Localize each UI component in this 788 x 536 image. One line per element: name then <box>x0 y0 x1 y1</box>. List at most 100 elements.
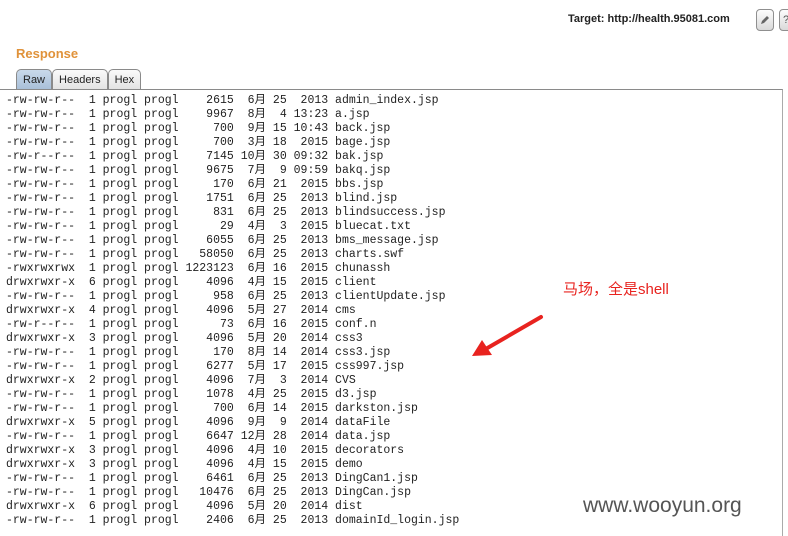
top-bar: Target: http://health.95081.com ? <box>0 0 788 40</box>
listing-perms: -rw-rw-r-- <box>6 346 76 359</box>
listing-month: 4月 <box>233 220 267 233</box>
listing-group: progl <box>137 262 179 275</box>
listing-name: css3 <box>328 332 363 345</box>
listing-row: drwxrwxr-x 6 progl progl 4096 5月 20 2014… <box>6 500 459 514</box>
response-title: Response <box>16 46 79 61</box>
listing-day: 9 <box>266 164 287 177</box>
listing-name: chunassh <box>328 262 391 275</box>
listing-day: 30 <box>266 150 287 163</box>
listing-time: 2014 <box>286 304 329 317</box>
listing-perms: drwxrwxr-x <box>6 500 76 513</box>
listing-time: 2015 <box>286 276 329 289</box>
listing-day: 25 <box>266 206 287 219</box>
listing-day: 25 <box>266 94 287 107</box>
listing-size: 4096 <box>178 444 234 457</box>
listing-group: progl <box>137 416 179 429</box>
listing-day: 21 <box>266 178 287 191</box>
listing-name: clientUpdate.jsp <box>328 290 446 303</box>
listing-name: css3.jsp <box>328 346 391 359</box>
listing-links: 1 <box>75 136 96 149</box>
listing-name: conf.n <box>328 318 377 331</box>
listing-group: progl <box>137 346 179 359</box>
listing-links: 1 <box>75 402 96 415</box>
listing-name: admin_index.jsp <box>328 94 439 107</box>
listing-month: 5月 <box>233 500 267 513</box>
listing-size: 4096 <box>178 416 234 429</box>
listing-row: drwxrwxr-x 4 progl progl 4096 5月 27 2014… <box>6 304 459 318</box>
listing-row: -rw-rw-r-- 1 progl progl 6277 5月 17 2015… <box>6 360 459 374</box>
listing-size: 4096 <box>178 276 234 289</box>
listing-perms: -rw-rw-r-- <box>6 122 76 135</box>
listing-size: 170 <box>178 178 234 191</box>
raw-response-panel[interactable]: -rw-rw-r-- 1 progl progl 2615 6月 25 2013… <box>0 89 783 536</box>
listing-group: progl <box>137 276 179 289</box>
tab-raw[interactable]: Raw <box>16 69 53 89</box>
listing-links: 1 <box>75 220 96 233</box>
listing-size: 10476 <box>178 486 234 499</box>
listing-links: 6 <box>75 276 96 289</box>
listing-links: 1 <box>75 430 96 443</box>
help-icon: ? <box>783 14 788 26</box>
listing-month: 6月 <box>233 318 267 331</box>
listing-perms: -rw-rw-r-- <box>6 486 76 499</box>
listing-time: 2013 <box>286 472 329 485</box>
listing-group: progl <box>137 332 179 345</box>
listing-time: 2014 <box>286 346 329 359</box>
listing-perms: -rw-rw-r-- <box>6 108 76 121</box>
edit-target-button[interactable] <box>756 9 774 31</box>
listing-month: 8月 <box>233 346 267 359</box>
listing-month: 6月 <box>233 514 267 527</box>
listing-perms: -rw-r--r-- <box>6 150 76 163</box>
listing-month: 3月 <box>233 136 267 149</box>
listing-month: 6月 <box>233 178 267 191</box>
listing-name: bage.jsp <box>328 136 391 149</box>
listing-owner: progl <box>95 178 138 191</box>
listing-owner: progl <box>95 360 138 373</box>
listing-group: progl <box>137 206 179 219</box>
tab-headers[interactable]: Headers <box>52 69 108 89</box>
listing-day: 20 <box>266 332 287 345</box>
listing-perms: -rw-rw-r-- <box>6 472 76 485</box>
listing-day: 10 <box>266 444 287 457</box>
listing-row: -rw-rw-r-- 1 progl progl 700 6月 14 2015 … <box>6 402 459 416</box>
listing-group: progl <box>137 374 179 387</box>
help-button[interactable]: ? <box>779 9 788 31</box>
listing-day: 14 <box>266 402 287 415</box>
listing-size: 2406 <box>178 514 234 527</box>
listing-owner: progl <box>95 374 138 387</box>
listing-owner: progl <box>95 472 138 485</box>
listing-name: decorators <box>328 444 405 457</box>
listing-links: 1 <box>75 514 96 527</box>
listing-day: 25 <box>266 290 287 303</box>
target-label: Target: http://health.95081.com <box>568 13 730 25</box>
listing-row: -rw-rw-r-- 1 progl progl 170 6月 21 2015 … <box>6 178 459 192</box>
listing-row: -rw-rw-r-- 1 progl progl 10476 6月 25 201… <box>6 486 459 500</box>
listing-name: blind.jsp <box>328 192 398 205</box>
listing-size: 4096 <box>178 500 234 513</box>
listing-perms: drwxrwxr-x <box>6 332 76 345</box>
listing-owner: progl <box>95 206 138 219</box>
listing-day: 20 <box>266 500 287 513</box>
red-arrow-icon <box>472 315 543 356</box>
listing-size: 58050 <box>178 248 234 261</box>
listing-perms: -rw-rw-r-- <box>6 136 76 149</box>
listing-links: 1 <box>75 248 96 261</box>
listing-month: 5月 <box>233 360 267 373</box>
listing-row: drwxrwxr-x 3 progl progl 4096 5月 20 2014… <box>6 332 459 346</box>
listing-row: -rw-rw-r-- 1 progl progl 958 6月 25 2013 … <box>6 290 459 304</box>
directory-listing: -rw-rw-r-- 1 progl progl 2615 6月 25 2013… <box>6 94 459 528</box>
listing-perms: -rw-rw-r-- <box>6 178 76 191</box>
listing-day: 25 <box>266 248 287 261</box>
listing-month: 4月 <box>233 276 267 289</box>
listing-name: charts.swf <box>328 248 405 261</box>
listing-day: 3 <box>266 220 287 233</box>
listing-row: -rw-r--r-- 1 progl progl 7145 10月 30 09:… <box>6 150 459 164</box>
listing-owner: progl <box>95 94 138 107</box>
listing-month: 6月 <box>233 94 267 107</box>
tab-hex[interactable]: Hex <box>107 69 142 89</box>
listing-month: 9月 <box>233 416 267 429</box>
listing-group: progl <box>137 458 179 471</box>
listing-perms: drwxrwxr-x <box>6 444 76 457</box>
listing-day: 27 <box>266 304 287 317</box>
listing-links: 1 <box>75 388 96 401</box>
